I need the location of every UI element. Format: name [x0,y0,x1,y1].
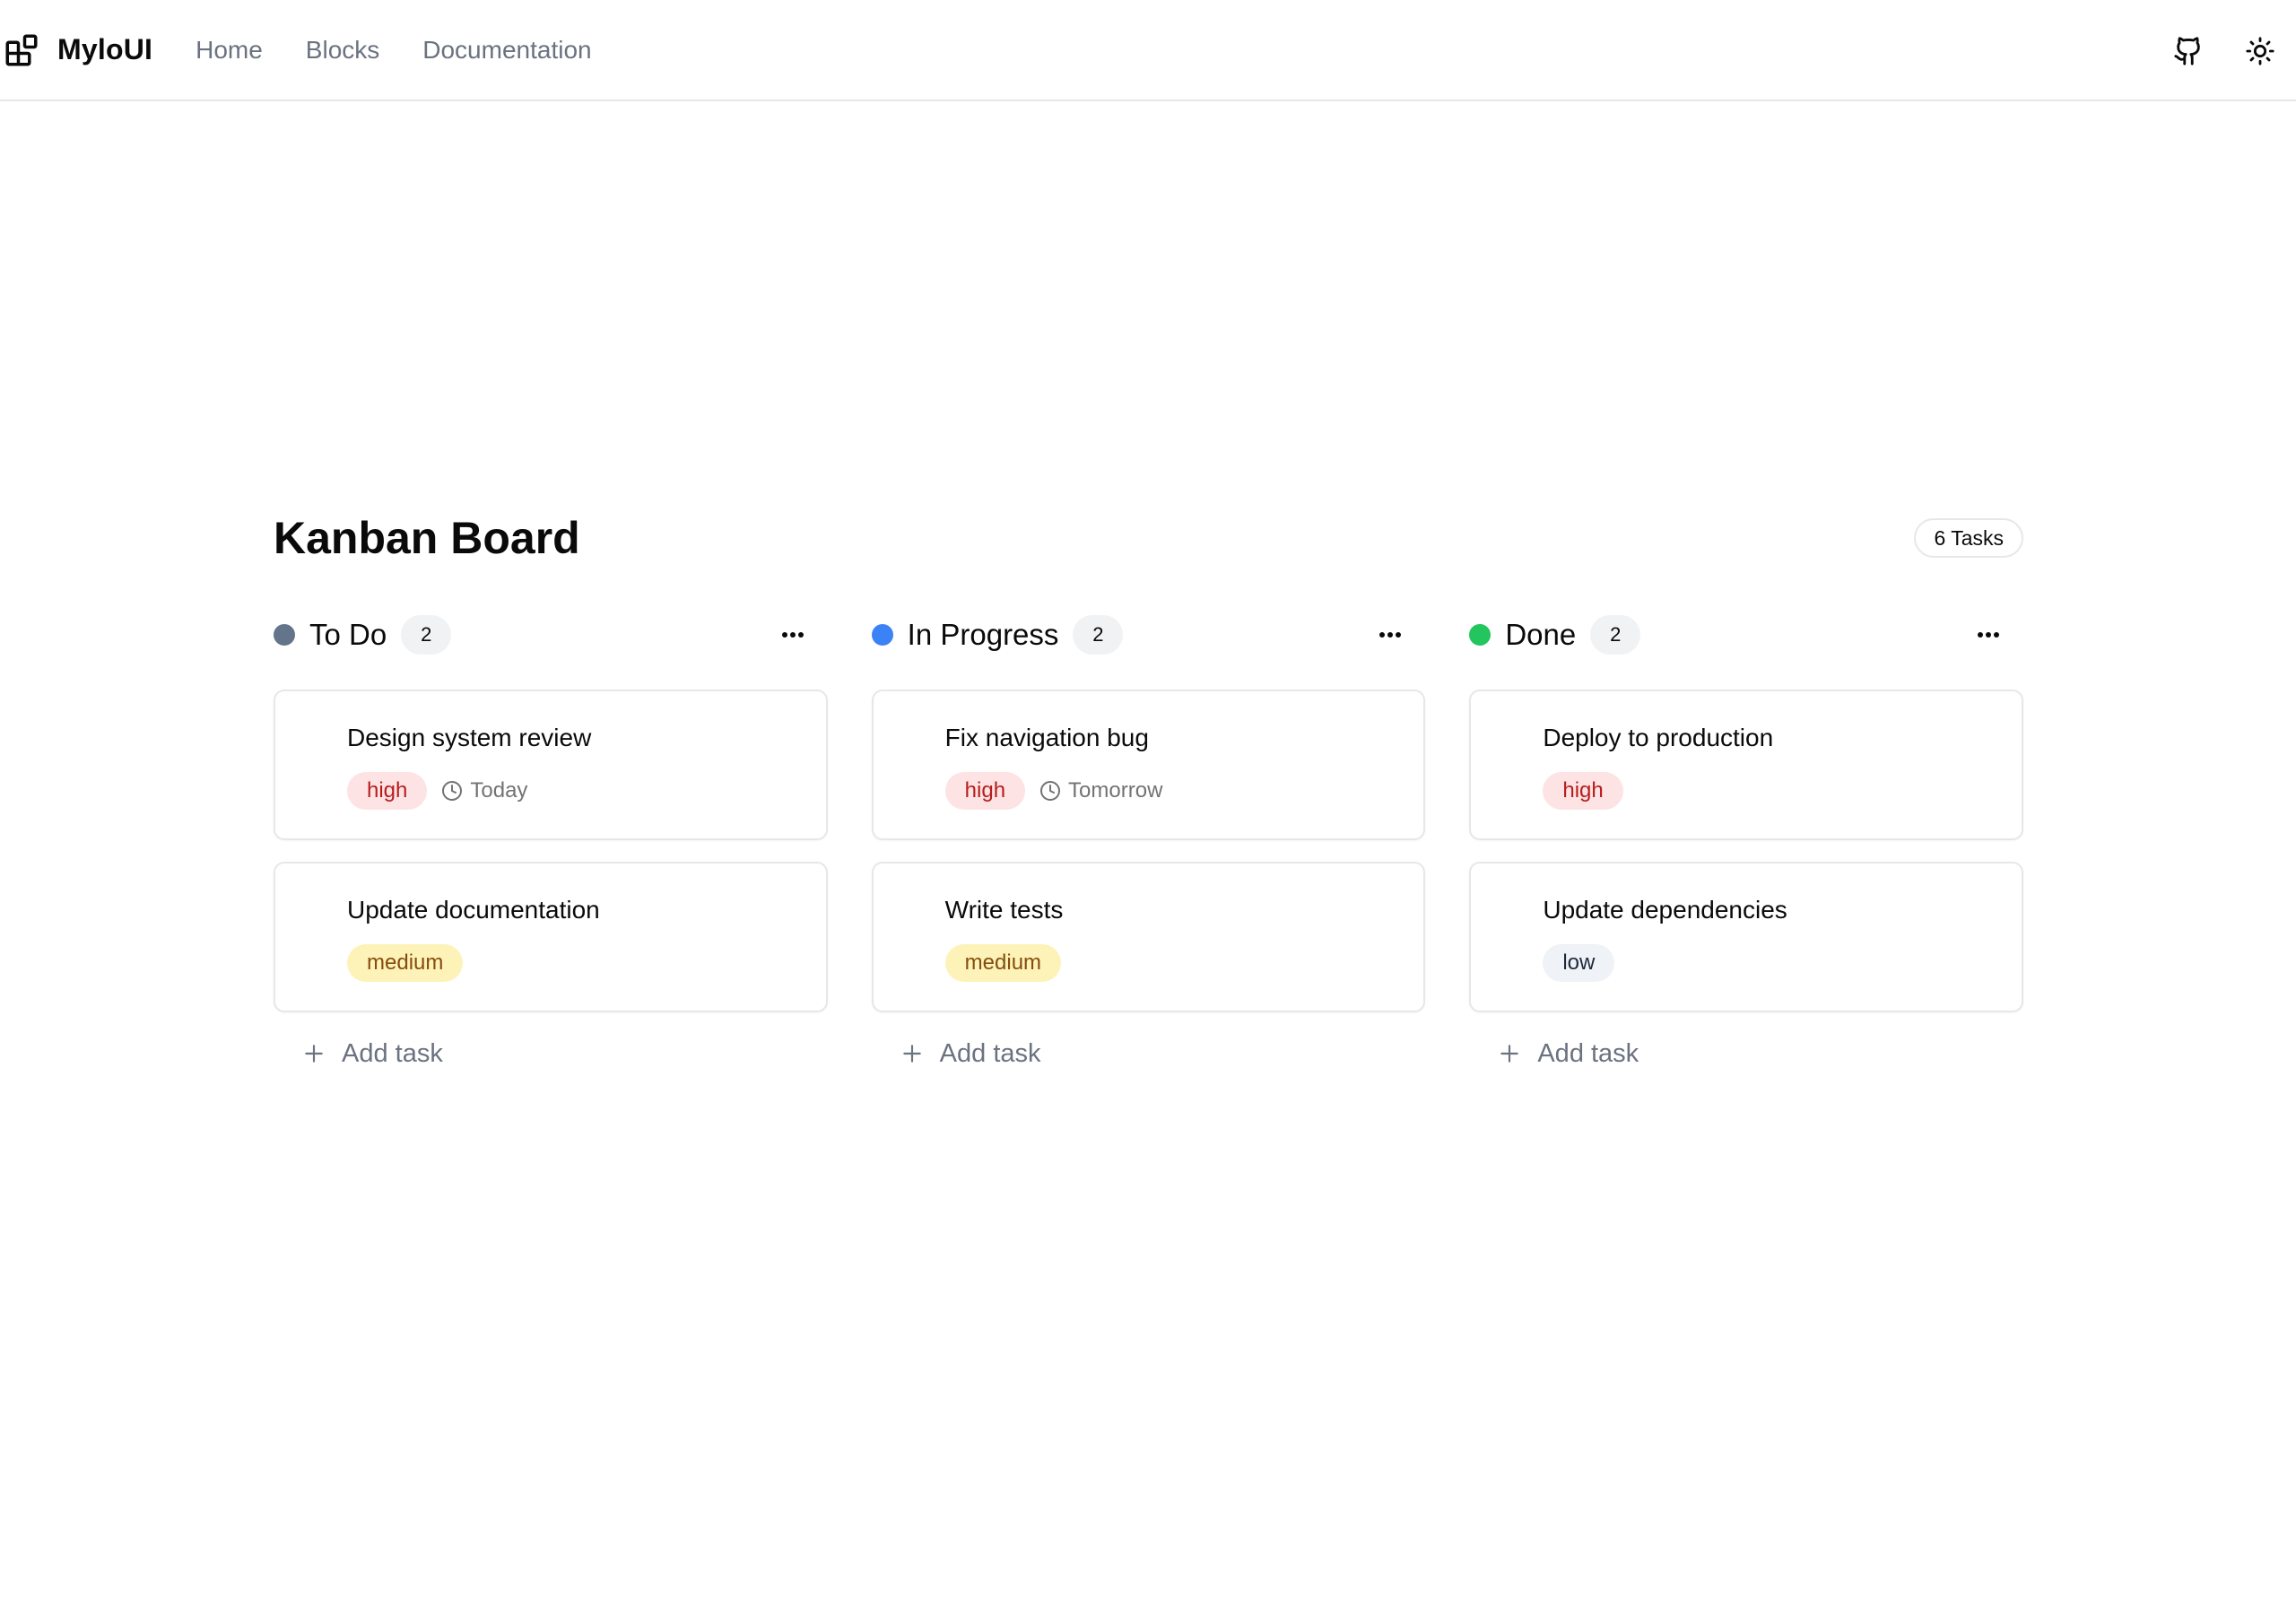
task-card[interactable]: Deploy to production high [1469,690,2024,840]
due-date-text: Today [470,778,528,803]
sun-icon [2246,36,2274,65]
status-dot [274,624,295,646]
task-meta: medium [347,944,826,982]
board-columns: To Do 2 Design system review high Today [274,612,2024,1072]
column-count-badge: 2 [401,615,452,655]
nav-home[interactable]: Home [196,36,263,65]
main-nav: Home Blocks Documentation [196,36,635,65]
brand[interactable]: MyloUI [3,31,152,69]
task-card[interactable]: Update dependencies low [1469,862,2024,1012]
card-list: Deploy to production high Update depende… [1469,690,2024,1012]
task-card[interactable]: Write tests medium [871,862,1426,1012]
priority-badge: high [347,772,428,810]
top-navigation: MyloUI Home Blocks Documentation [0,0,2296,101]
blocks-icon [5,34,38,65]
more-horizontal-icon [1379,632,1402,638]
task-title: Write tests [944,896,1064,924]
task-meta: high [1543,772,2022,810]
github-button[interactable] [2161,24,2215,78]
task-card[interactable]: Update documentation medium [274,862,828,1012]
task-title: Update dependencies [1543,896,1787,924]
column-title: Done [1505,618,1577,651]
column-menu-button[interactable] [1966,612,2011,657]
column-done: Done 2 Deploy to production high Update … [1469,612,2024,1072]
board-header: Kanban Board 6 Tasks [274,507,2023,569]
column-title: In Progress [907,618,1059,651]
task-meta: low [1543,944,2022,982]
priority-badge: medium [944,944,1062,982]
theme-toggle-button[interactable] [2233,24,2287,78]
kanban-board: Kanban Board 6 Tasks To Do 2 Design syst… [274,507,2024,1072]
add-task-button[interactable]: Add task [1498,1036,2023,1072]
task-meta: medium [944,944,1424,982]
task-count-badge: 6 Tasks [1914,518,2023,558]
card-list: Fix navigation bug high Tomorrow Write t… [871,690,1426,1012]
add-task-label: Add task [342,1038,443,1068]
task-card[interactable]: Fix navigation bug high Tomorrow [871,690,1426,840]
priority-badge: high [1543,772,1623,810]
status-dot [1469,624,1492,646]
column-menu-button[interactable] [770,612,815,657]
task-meta: high Tomorrow [944,772,1424,810]
status-dot [871,624,893,646]
column-header: In Progress 2 [871,612,1426,657]
nav-blocks[interactable]: Blocks [306,36,379,65]
column-header: To Do 2 [274,612,828,657]
clock-icon [442,781,463,801]
priority-badge: medium [347,944,464,982]
due-date: Tomorrow [1039,778,1162,803]
column-count-badge: 2 [1590,615,1641,655]
priority-badge: low [1543,944,1615,982]
column-count-badge: 2 [1073,615,1124,655]
more-horizontal-icon [781,632,804,638]
column-todo: To Do 2 Design system review high Today [274,612,828,1072]
task-meta: high Today [347,772,826,810]
task-title: Fix navigation bug [944,724,1149,751]
card-list: Design system review high Today Update d… [274,690,828,1012]
add-task-button[interactable]: Add task [900,1036,1426,1072]
due-date: Today [441,778,527,803]
due-date-text: Tomorrow [1068,778,1163,803]
column-menu-button[interactable] [1368,612,1413,657]
plus-icon [902,1045,921,1063]
column-header: Done 2 [1469,612,2023,657]
brand-name: MyloUI [57,33,153,65]
add-task-button[interactable]: Add task [302,1036,828,1072]
nav-documentation[interactable]: Documentation [422,36,591,65]
plus-icon [305,1045,323,1063]
github-icon [2174,36,2200,65]
clock-icon [1040,781,1061,801]
add-task-label: Add task [939,1038,1041,1068]
task-title: Deploy to production [1543,724,1774,751]
task-title: Update documentation [347,896,600,924]
column-title: To Do [309,618,387,651]
add-task-label: Add task [1537,1038,1639,1068]
task-title: Design system review [347,724,592,751]
more-horizontal-icon [1978,632,2000,638]
header-actions [2161,0,2296,101]
plus-icon [1500,1045,1519,1063]
priority-badge: high [944,772,1026,810]
column-in-progress: In Progress 2 Fix navigation bug high To… [871,612,1426,1072]
page-title: Kanban Board [274,513,580,563]
task-card[interactable]: Design system review high Today [274,690,828,840]
